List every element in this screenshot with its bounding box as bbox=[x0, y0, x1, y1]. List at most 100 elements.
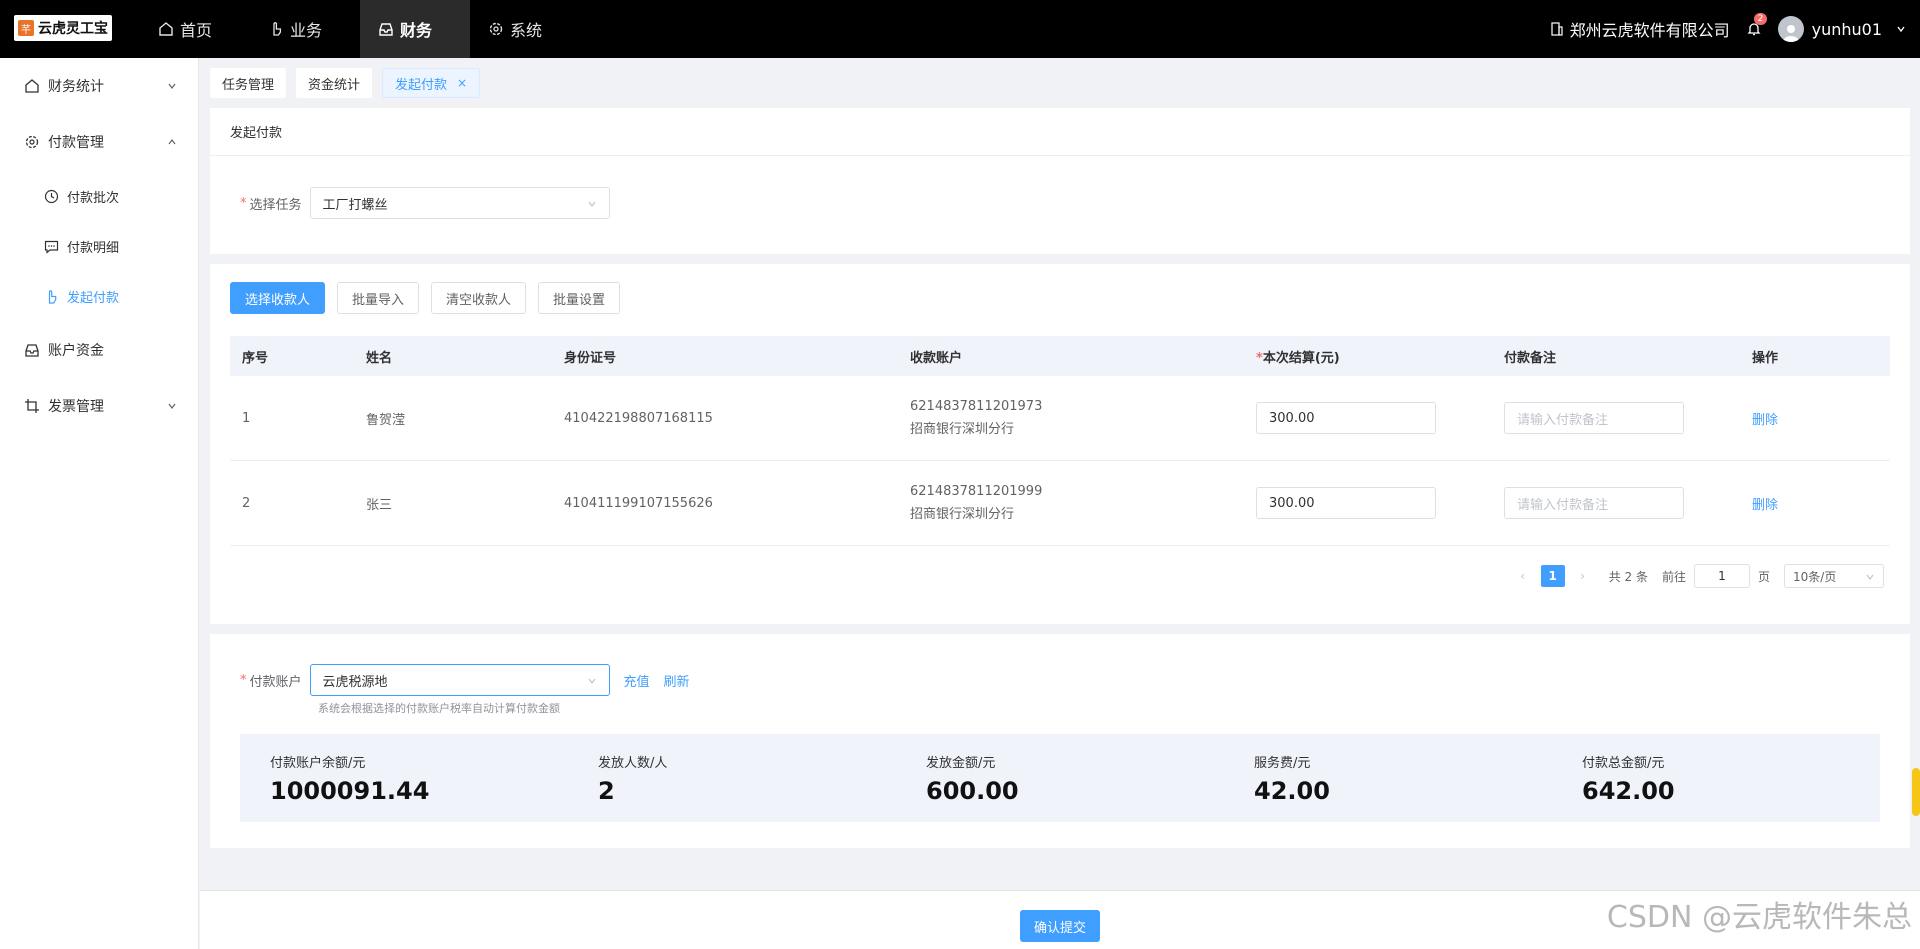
topnav-system[interactable]: 系统 bbox=[470, 0, 580, 58]
topnav-home[interactable]: 首页 bbox=[140, 0, 250, 58]
avatar[interactable] bbox=[1777, 16, 1804, 42]
recharge-link[interactable]: 充值 bbox=[624, 671, 650, 690]
cell-remark: 请输入付款备注 bbox=[1492, 487, 1740, 519]
task-select-value: 工厂打螺丝 bbox=[322, 197, 388, 213]
sidebar-item-invoice-mgmt[interactable]: 发票管理 bbox=[0, 378, 199, 434]
page-title: 发起付款 bbox=[210, 108, 1910, 156]
required-mark: * bbox=[1256, 350, 1263, 366]
logo-mark: 芊 bbox=[18, 20, 34, 36]
table-row: 1 鲁贺滢 410422198807168115 621483781120197… bbox=[230, 376, 1890, 461]
select-payee-button[interactable]: 选择收款人 bbox=[230, 282, 326, 314]
stat-label: 服务费/元 bbox=[1254, 756, 1311, 771]
stat-balance: 付款账户余额/元 1000091.44 bbox=[240, 734, 568, 822]
task-select[interactable]: 工厂打螺丝 bbox=[309, 187, 610, 219]
submit-button[interactable]: 确认提交 bbox=[1020, 910, 1100, 942]
close-icon[interactable]: × bbox=[457, 76, 467, 90]
page-size-value: 10条/页 bbox=[1793, 569, 1837, 584]
topnav-finance[interactable]: 财务 bbox=[360, 0, 470, 58]
clear-payee-button[interactable]: 清空收款人 bbox=[431, 282, 527, 314]
chevron-down-icon[interactable] bbox=[1896, 24, 1906, 34]
delete-link[interactable]: 删除 bbox=[1752, 413, 1778, 428]
sidebar-item-initiate-payment[interactable]: 发起付款 bbox=[0, 271, 199, 321]
stat-value: 642.00 bbox=[1582, 777, 1675, 805]
summary-stats: 付款账户余额/元 1000091.44 发放人数/人 2 发放金额/元 600.… bbox=[240, 734, 1880, 822]
tab-initiate-payment[interactable]: 发起付款 × bbox=[382, 68, 481, 98]
pay-account-panel: * 付款账户 云虎税源地 充值 刷新 系统会根据选择的付款账户税率自动计算付款金… bbox=[210, 634, 1910, 848]
tab-label: 任务管理 bbox=[222, 77, 275, 93]
watermark: CSDN @云虎软件朱总 bbox=[1606, 900, 1912, 935]
col-index: 序号 bbox=[242, 350, 269, 366]
col-amount: *本次结算(元) bbox=[1244, 347, 1492, 366]
next-page-icon[interactable]: › bbox=[1571, 569, 1595, 583]
batch-settings-button[interactable]: 批量设置 bbox=[538, 282, 621, 314]
pay-account-row: * 付款账户 云虎税源地 充值 刷新 bbox=[240, 664, 690, 696]
delete-link[interactable]: 删除 bbox=[1752, 498, 1778, 513]
refresh-link[interactable]: 刷新 bbox=[664, 671, 690, 690]
inbox-icon bbox=[25, 344, 39, 357]
cell-index: 2 bbox=[242, 495, 251, 511]
gear-icon bbox=[489, 22, 503, 36]
remark-input[interactable]: 请输入付款备注 bbox=[1504, 402, 1684, 434]
cell-id-number: 410411199107155626 bbox=[564, 495, 713, 511]
goto-page-input[interactable]: 1 bbox=[1693, 564, 1750, 588]
sidebar-item-payment-batch[interactable]: 付款批次 bbox=[0, 171, 199, 221]
col-name: 姓名 bbox=[366, 350, 393, 366]
payee-table: 序号 姓名 身份证号 收款账户 *本次结算(元) 付款备注 操作 1 鲁贺滢 4… bbox=[230, 336, 1890, 546]
sidebar-item-payment-mgmt[interactable]: 付款管理 bbox=[0, 114, 199, 170]
user-icon bbox=[1782, 25, 1799, 42]
sidebar-item-finance-stats[interactable]: 财务统计 bbox=[0, 58, 199, 114]
sidebar-item-label: 发起付款 bbox=[67, 290, 120, 306]
stat-value: 42.00 bbox=[1254, 777, 1330, 805]
stat-service-fee: 服务费/元 42.00 bbox=[1224, 734, 1552, 822]
company-switcher[interactable]: 郑州云虎软件有限公司 bbox=[1550, 17, 1730, 41]
inbox-icon bbox=[379, 23, 393, 36]
topnav-label: 业务 bbox=[290, 21, 323, 40]
chevron-down-icon bbox=[588, 678, 595, 684]
header-right: 郑州云虎软件有限公司 2 yunhu01 bbox=[1550, 0, 1906, 58]
notification-bell[interactable]: 2 bbox=[1746, 13, 1768, 37]
account-number: 6214837811201999 bbox=[910, 484, 1043, 499]
stat-label: 发放金额/元 bbox=[926, 756, 996, 771]
page-size-select[interactable]: 10条/页 bbox=[1784, 564, 1884, 588]
amount-input[interactable]: 300.00 bbox=[1256, 402, 1436, 434]
stat-value: 600.00 bbox=[926, 777, 1019, 805]
remark-input[interactable]: 请输入付款备注 bbox=[1504, 487, 1684, 519]
col-id-number: 身份证号 bbox=[564, 350, 617, 366]
prev-page-icon[interactable]: ‹ bbox=[1511, 569, 1535, 583]
tab-label: 资金统计 bbox=[308, 77, 361, 93]
sidebar-item-account-funds[interactable]: 账户资金 bbox=[0, 322, 199, 378]
crop-icon bbox=[25, 399, 39, 413]
sidebar-item-payment-detail[interactable]: 付款明细 bbox=[0, 221, 199, 271]
stat-headcount: 发放人数/人 2 bbox=[568, 734, 896, 822]
stat-value: 2 bbox=[598, 777, 615, 805]
cell-account: 6214837811201973 招商银行深圳分行 bbox=[898, 399, 1244, 437]
hand-pointer-icon bbox=[273, 22, 282, 36]
goto-label: 前往 bbox=[1661, 569, 1686, 584]
amount-input[interactable]: 300.00 bbox=[1256, 487, 1436, 519]
cell-action: 删除 bbox=[1740, 409, 1890, 428]
top-nav: 首页 业务 财务 系统 bbox=[140, 0, 580, 58]
topnav-business[interactable]: 业务 bbox=[250, 0, 360, 58]
scroll-indicator[interactable] bbox=[1912, 768, 1920, 816]
chevron-down-icon bbox=[1866, 574, 1874, 580]
page-number[interactable]: 1 bbox=[1540, 565, 1565, 587]
stat-label: 发放人数/人 bbox=[598, 756, 668, 771]
gear-icon bbox=[25, 135, 39, 149]
sidebar-item-label: 财务统计 bbox=[48, 79, 104, 95]
cell-id-number: 410422198807168115 bbox=[564, 410, 713, 426]
tab-fund-stats[interactable]: 资金统计 bbox=[296, 68, 373, 98]
stat-total: 付款总金额/元 642.00 bbox=[1552, 734, 1880, 822]
app-logo[interactable]: 芊 云虎灵工宝 bbox=[14, 15, 112, 41]
pay-account-hint: 系统会根据选择的付款账户税率自动计算付款金额 bbox=[318, 702, 560, 715]
topnav-label: 系统 bbox=[510, 21, 543, 40]
sidebar-item-label: 付款明细 bbox=[67, 240, 120, 256]
payee-toolbar: 选择收款人 批量导入 清空收款人 批量设置 bbox=[230, 282, 632, 314]
tab-task-mgmt[interactable]: 任务管理 bbox=[210, 68, 287, 98]
topnav-label: 财务 bbox=[400, 21, 433, 40]
col-remark: 付款备注 bbox=[1504, 350, 1557, 366]
batch-import-button[interactable]: 批量导入 bbox=[337, 282, 420, 314]
username[interactable]: yunhu01 bbox=[1812, 20, 1882, 39]
stat-payout: 发放金额/元 600.00 bbox=[896, 734, 1224, 822]
company-name: 郑州云虎软件有限公司 bbox=[1569, 21, 1730, 40]
pay-account-select[interactable]: 云虎税源地 bbox=[309, 664, 610, 696]
